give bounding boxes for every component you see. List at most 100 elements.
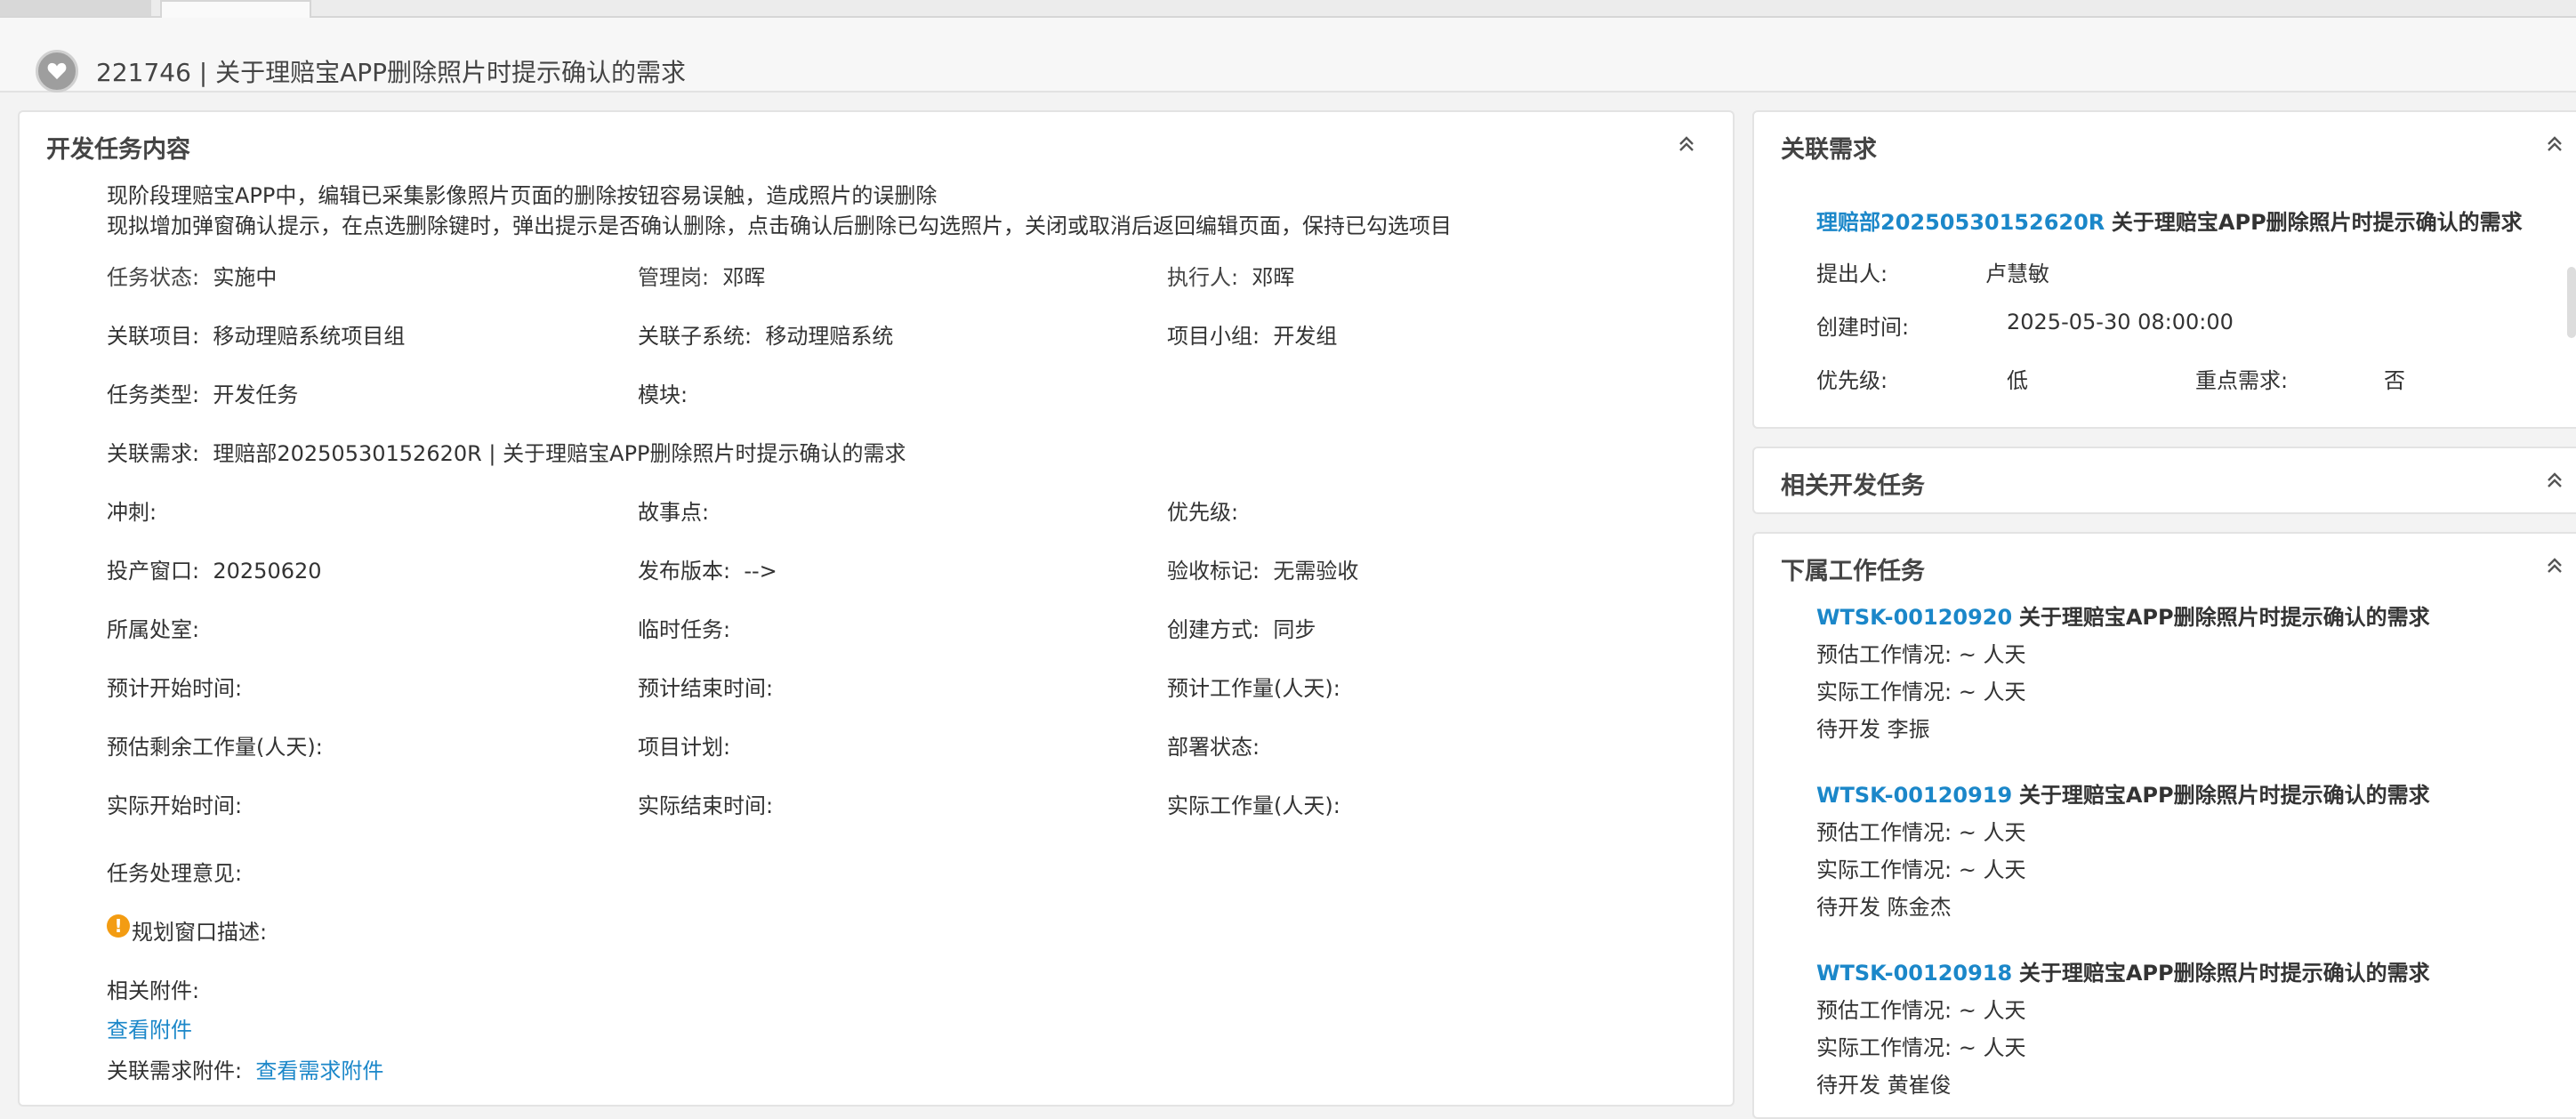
window-field: 投产窗口: 20250620 bbox=[107, 553, 322, 584]
double-chevron-up-icon[interactable] bbox=[2542, 468, 2567, 493]
priority-label: 优先级: bbox=[1167, 500, 1239, 525]
subtask-estimate: 预估工作情况: ~ 人天 bbox=[1816, 642, 2026, 667]
accept-field: 验收标记: 无需验收 bbox=[1167, 553, 1358, 584]
subtask-id-link[interactable]: WTSK-00120919 bbox=[1816, 783, 2012, 808]
subtask-estimate: 预估工作情况: ~ 人天 bbox=[1816, 820, 2026, 845]
subtask-title-line: WTSK-00120919 关于理赔宝APP删除照片时提示确认的需求 bbox=[1816, 777, 2430, 809]
key-req-label: 重点需求: bbox=[2195, 368, 2289, 393]
description-line-1: 现阶段理赔宝APP中，编辑已采集影像照片页面的删除按钮容易误触，造成照片的误删除 bbox=[107, 183, 938, 208]
req-priority-value: 低 bbox=[2007, 368, 2028, 393]
created-value: 2025-05-30 08:00:00 bbox=[2007, 310, 2234, 334]
req-value: 理赔部20250530152620R | 关于理赔宝APP删除照片时提示确认的需… bbox=[213, 441, 906, 466]
manager-value: 邓晖 bbox=[722, 265, 766, 290]
story-label: 故事点: bbox=[638, 500, 710, 525]
window-value: 20250620 bbox=[213, 559, 322, 584]
subtask-estimate: 预估工作情况: ~ 人天 bbox=[1816, 998, 2026, 1023]
dev-task-title: 开发任务内容 bbox=[46, 136, 190, 164]
subtask-title-line: WTSK-00120920 关于理赔宝APP删除照片时提示确认的需求 bbox=[1816, 600, 2430, 631]
plan-start-label: 预计开始时间: bbox=[107, 676, 243, 701]
double-chevron-up-icon[interactable] bbox=[2542, 553, 2567, 578]
release-field: 发布版本: --> bbox=[638, 553, 777, 584]
tab-previous[interactable] bbox=[0, 0, 151, 16]
related-req-title: 关联需求 bbox=[1781, 136, 1877, 164]
req-attach-label: 关联需求附件: bbox=[107, 1059, 243, 1083]
req-label: 关联需求: bbox=[107, 441, 200, 466]
exclamation-circle-icon: ! bbox=[107, 914, 130, 938]
req-priority-label: 优先级: bbox=[1816, 368, 1888, 393]
executor-field: 执行人: 邓晖 bbox=[1167, 260, 1294, 291]
subtask-status: 待开发 陈金杰 bbox=[1816, 895, 1952, 920]
subtask-name: 关于理赔宝APP删除照片时提示确认的需求 bbox=[2018, 783, 2430, 808]
project-plan-label: 项目计划: bbox=[638, 735, 731, 760]
tab-active[interactable] bbox=[160, 0, 311, 18]
sprint-field: 冲刺: bbox=[107, 495, 157, 526]
title-bar: 221746 | 关于理赔宝APP删除照片时提示确认的需求 bbox=[0, 18, 2576, 93]
subtask-id-link[interactable]: WTSK-00120920 bbox=[1816, 605, 2012, 630]
temp-field: 临时任务: bbox=[638, 612, 730, 643]
description-line-2: 现拟增加弹窗确认提示，在点选删除键时，弹出提示是否确认删除，点击确认后删除已勾选… bbox=[107, 213, 1452, 238]
project-value: 移动理赔系统项目组 bbox=[213, 324, 406, 349]
subtask-actual: 实际工作情况: ~ 人天 bbox=[1816, 680, 2026, 704]
actual-start-label: 实际开始时间: bbox=[107, 793, 243, 818]
project-label: 关联项目: bbox=[107, 324, 200, 349]
attach-label: 相关附件: bbox=[107, 978, 200, 1003]
group-field: 项目小组: 开发组 bbox=[1167, 318, 1337, 350]
module-field: 模块: bbox=[638, 377, 688, 408]
actual-effort-label: 实际工作量(人天): bbox=[1167, 793, 1340, 818]
sub-tasks-title: 下属工作任务 bbox=[1781, 558, 1925, 585]
status-label: 任务状态: bbox=[107, 265, 200, 290]
tab-strip bbox=[0, 0, 2576, 18]
dev-task-panel: 开发任务内容 现阶段理赔宝APP中，编辑已采集影像照片页面的删除按钮容易误触，造… bbox=[18, 110, 1735, 1107]
create-value: 同步 bbox=[1273, 617, 1316, 642]
related-req-line: 理赔部20250530152620R 关于理赔宝APP删除照片时提示确认的需求 bbox=[1816, 205, 2523, 236]
priority-field: 优先级: bbox=[1167, 495, 1238, 526]
subtask-id-link[interactable]: WTSK-00120918 bbox=[1816, 961, 2012, 986]
key-req-value: 否 bbox=[2384, 368, 2405, 393]
heart-icon[interactable] bbox=[36, 50, 78, 93]
executor-value: 邓晖 bbox=[1252, 265, 1295, 290]
related-req-name: 关于理赔宝APP删除照片时提示确认的需求 bbox=[2111, 210, 2523, 235]
window-desc-label: 规划窗口描述: bbox=[132, 920, 268, 945]
proposer-value: 卢慧敏 bbox=[1985, 262, 2049, 286]
status-value: 实施中 bbox=[213, 265, 278, 290]
scrollbar-thumb[interactable] bbox=[2567, 267, 2576, 338]
related-dev-panel: 相关开发任务 bbox=[1752, 447, 2576, 514]
group-label: 项目小组: bbox=[1167, 324, 1260, 349]
related-req-id-link[interactable]: 理赔部20250530152620R bbox=[1816, 210, 2105, 235]
view-attachment-link[interactable]: 查看附件 bbox=[107, 1012, 192, 1043]
dept-label: 所属处室: bbox=[107, 617, 200, 642]
subsystem-value: 移动理赔系统 bbox=[765, 324, 894, 349]
type-label: 任务类型: bbox=[107, 382, 200, 407]
subtask-status: 待开发 李振 bbox=[1816, 717, 1930, 742]
temp-label: 临时任务: bbox=[638, 617, 731, 642]
double-chevron-up-icon[interactable] bbox=[1674, 132, 1699, 157]
related-req-panel: 关联需求 理赔部20250530152620R 关于理赔宝APP删除照片时提示确… bbox=[1752, 110, 2576, 429]
subtask-status: 待开发 黄崔俊 bbox=[1816, 1073, 1952, 1098]
created-label: 创建时间: bbox=[1816, 315, 1910, 340]
manager-field: 管理岗: 邓晖 bbox=[638, 260, 765, 291]
plan-effort-label: 预计工作量(人天): bbox=[1167, 676, 1340, 701]
proposer-label: 提出人: bbox=[1816, 262, 1888, 286]
manager-label: 管理岗: bbox=[638, 265, 710, 290]
accept-value: 无需验收 bbox=[1273, 559, 1359, 584]
double-chevron-up-icon[interactable] bbox=[2542, 132, 2567, 157]
type-field: 任务类型: 开发任务 bbox=[107, 377, 298, 408]
deploy-status-label: 部署状态: bbox=[1167, 735, 1260, 760]
view-req-attachment-link[interactable]: 查看需求附件 bbox=[255, 1059, 383, 1083]
subtask-actual: 实际工作情况: ~ 人天 bbox=[1816, 857, 2026, 882]
subtask-name: 关于理赔宝APP删除照片时提示确认的需求 bbox=[2018, 961, 2430, 986]
accept-label: 验收标记: bbox=[1167, 559, 1260, 584]
type-value: 开发任务 bbox=[213, 382, 299, 407]
page-title: 221746 | 关于理赔宝APP删除照片时提示确认的需求 bbox=[96, 58, 687, 87]
opinion-label: 任务处理意见: bbox=[107, 861, 243, 886]
sprint-label: 冲刺: bbox=[107, 500, 157, 525]
sub-tasks-panel: 下属工作任务 WTSK-00120920 关于理赔宝APP删除照片时提示确认的需… bbox=[1752, 532, 2576, 1119]
subtask-title-line: WTSK-00120918 关于理赔宝APP删除照片时提示确认的需求 bbox=[1816, 955, 2430, 986]
actual-end-label: 实际结束时间: bbox=[638, 793, 774, 818]
window-label: 投产窗口: bbox=[107, 559, 200, 584]
plan-end-label: 预计结束时间: bbox=[638, 676, 774, 701]
release-value: --> bbox=[744, 559, 777, 584]
related-dev-title: 相关开发任务 bbox=[1781, 472, 1925, 500]
subtask-actual: 实际工作情况: ~ 人天 bbox=[1816, 1035, 2026, 1060]
project-field: 关联项目: 移动理赔系统项目组 bbox=[107, 318, 405, 350]
